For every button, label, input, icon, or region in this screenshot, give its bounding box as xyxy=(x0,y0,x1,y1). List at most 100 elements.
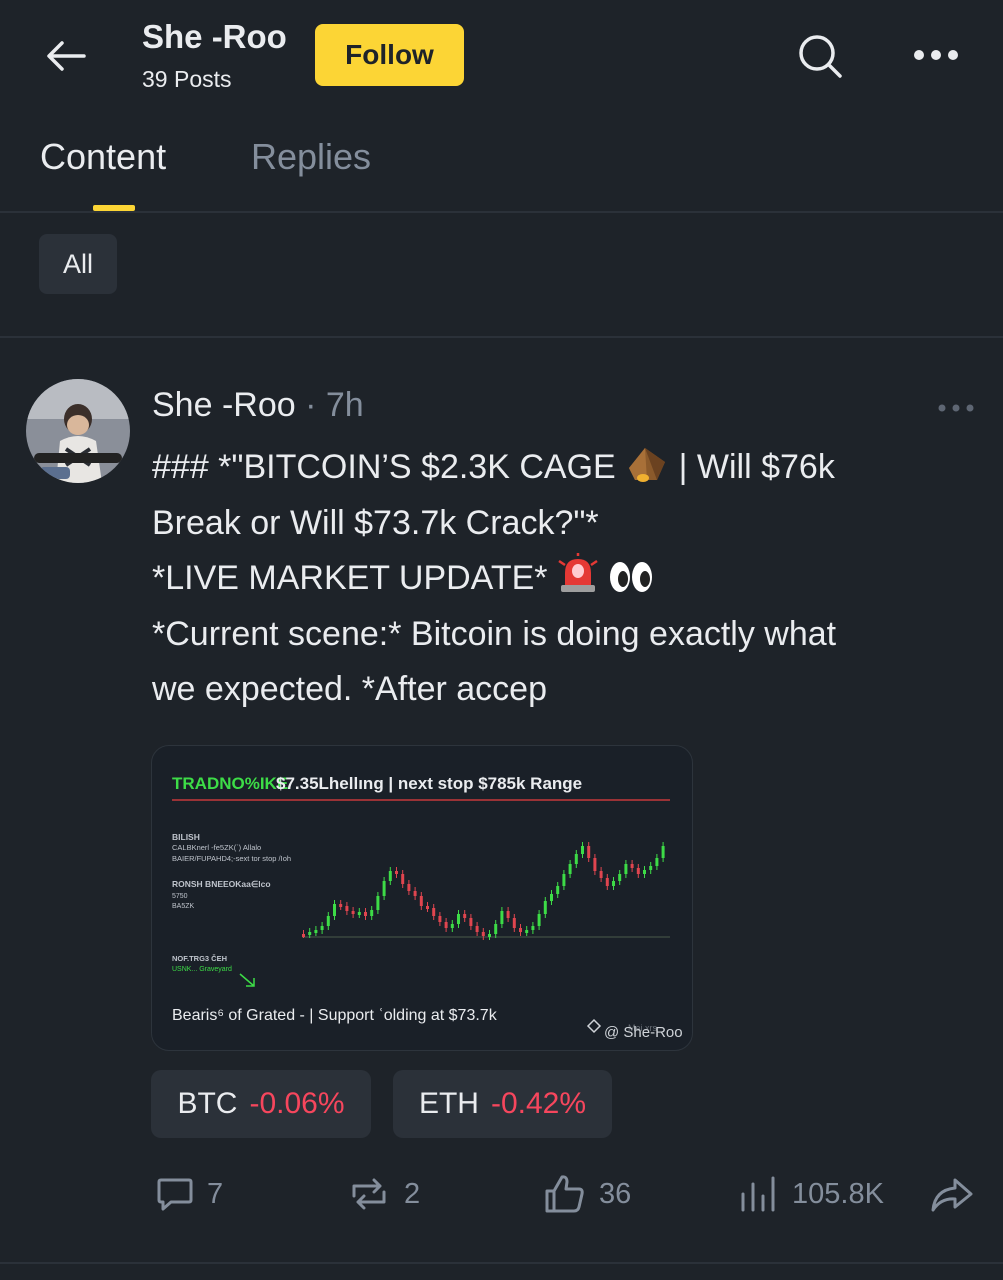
candle-body xyxy=(568,864,572,874)
back-button[interactable] xyxy=(38,30,94,82)
candle-body xyxy=(364,912,367,916)
candle-body xyxy=(624,864,628,874)
post-author-name[interactable]: She -Roo xyxy=(152,386,296,424)
ticker-eth[interactable]: ETH -0.42% xyxy=(393,1070,612,1138)
candle-body xyxy=(302,934,305,937)
candle-body xyxy=(326,916,330,926)
tab-replies[interactable]: Replies xyxy=(251,136,371,178)
candle-body xyxy=(351,911,355,914)
candle-body xyxy=(556,886,560,894)
views-count: 105.8K xyxy=(792,1177,884,1210)
candle-body xyxy=(655,858,659,866)
candle-body xyxy=(432,908,436,916)
candlestick-series xyxy=(302,842,665,940)
ticker-symbol: ETH xyxy=(418,1087,479,1120)
siren-icon xyxy=(558,553,598,592)
candle-body xyxy=(581,846,584,854)
post-line-3: *LIVE MARKET UPDATE* xyxy=(152,551,952,607)
candle-body xyxy=(419,896,423,906)
comment-count: 7 xyxy=(207,1177,224,1210)
tab-content[interactable]: Content xyxy=(40,136,166,178)
candle-body xyxy=(395,871,398,874)
image-label-4: RONSH BNEEOKaa∈lco xyxy=(172,879,271,889)
candle-body xyxy=(574,854,578,864)
repost-icon xyxy=(352,1178,386,1210)
post-line-4: *Current scene:* Bitcoin is doing exactl… xyxy=(152,614,837,653)
more-horizontal-icon xyxy=(938,404,974,412)
candle-body xyxy=(463,914,467,918)
follow-button[interactable]: Follow xyxy=(315,24,464,86)
profile-name: She -Roo xyxy=(142,18,287,55)
candle-body xyxy=(512,918,516,928)
candle-body xyxy=(401,874,405,884)
repost-count: 2 xyxy=(404,1177,421,1210)
candle-body xyxy=(494,924,498,934)
more-horizontal-icon xyxy=(914,50,958,60)
candle-body xyxy=(388,871,392,881)
candle-body xyxy=(519,928,522,932)
candle-body xyxy=(550,894,553,901)
candle-body xyxy=(593,858,597,871)
comment-icon xyxy=(157,1178,193,1211)
thumbs-up-icon xyxy=(545,1175,584,1213)
post-line-5: we expected. *After accep xyxy=(152,670,548,708)
post-image[interactable]: TRADNO%IKE $7.35Lhellıng | next stop $78… xyxy=(151,745,693,1051)
avatar[interactable] xyxy=(26,379,130,483)
image-label-7: NOF.TRG3 ČEH xyxy=(172,954,227,963)
image-watermark-text: @ She-Roo xyxy=(604,1024,683,1041)
search-icon xyxy=(799,35,842,78)
candle-body xyxy=(618,874,622,881)
candle-body xyxy=(643,870,646,874)
candle-body xyxy=(320,926,324,930)
candle-body xyxy=(357,912,361,915)
ticker-btc[interactable]: BTC -0.06% xyxy=(151,1070,371,1138)
candle-body xyxy=(562,874,566,886)
post-line-2: Break or Will $73.7k Crack?"* xyxy=(152,503,599,542)
image-label-2: CALBKnerl -fe5ZK(`) Allalo xyxy=(172,843,261,852)
post-line-1: ### *"BITCOIN’S $2.3K CAGE | Will $76k xyxy=(152,440,952,496)
share-icon xyxy=(931,1178,973,1212)
more-options-button[interactable] xyxy=(905,32,967,78)
post-bottom-divider xyxy=(0,1262,1003,1264)
candle-body xyxy=(438,916,442,922)
like-button[interactable]: 36 xyxy=(543,1166,631,1222)
candle-body xyxy=(457,914,460,924)
candle-body xyxy=(469,918,473,926)
candle-body xyxy=(407,884,411,891)
candle-body xyxy=(339,904,343,907)
candle-body xyxy=(599,871,603,878)
post-text[interactable]: ### *"BITCOIN’S $2.3K CAGE | Will $76k B… xyxy=(152,440,952,718)
post-author-line: She -Roo · 7h xyxy=(152,386,364,425)
filter-divider xyxy=(0,336,1003,338)
candle-body xyxy=(488,934,491,937)
candle-body xyxy=(531,926,535,930)
image-watermark: Mei xrs @ She-Roo xyxy=(586,1018,683,1041)
share-button[interactable] xyxy=(929,1166,987,1222)
candle-body xyxy=(506,911,510,918)
candle-body xyxy=(525,930,529,933)
cage-trap-icon xyxy=(629,448,666,482)
search-button[interactable] xyxy=(792,28,848,84)
eyes-icon xyxy=(610,562,653,592)
image-label-6: BA5ZK xyxy=(172,903,195,910)
post-more-button[interactable] xyxy=(930,392,982,424)
filter-all-chip[interactable]: All xyxy=(39,234,117,294)
image-label-8: USNK... Graveyard xyxy=(172,966,232,973)
candle-body xyxy=(543,901,547,914)
candle-body xyxy=(370,910,374,916)
like-count: 36 xyxy=(599,1177,632,1210)
views-bar-icon xyxy=(741,1176,775,1212)
candle-body xyxy=(444,922,448,928)
image-label-5: 5750 xyxy=(172,893,188,900)
post-time: 7h xyxy=(325,386,364,424)
candle-body xyxy=(537,914,541,926)
ticker-change: -0.06% xyxy=(249,1087,345,1120)
candle-body xyxy=(587,846,591,858)
comment-button[interactable]: 7 xyxy=(155,1166,223,1222)
views-indicator: 105.8K xyxy=(738,1166,884,1222)
candle-body xyxy=(612,881,615,886)
candle-body xyxy=(413,891,417,896)
repost-button[interactable]: 2 xyxy=(346,1166,420,1222)
image-label-1: BILISH xyxy=(172,832,200,842)
posts-count: 39 Posts xyxy=(142,66,232,92)
